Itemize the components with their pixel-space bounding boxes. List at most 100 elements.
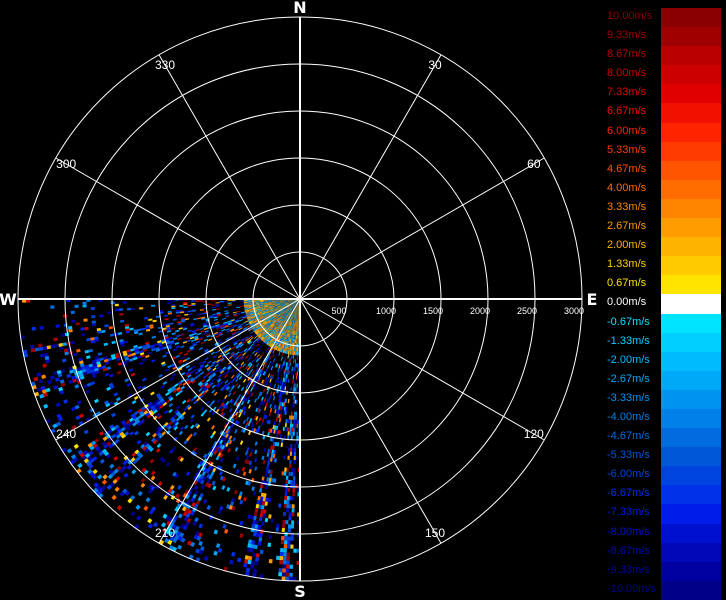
velocity-cell: [279, 552, 284, 557]
legend-label: -4.67m/s: [607, 430, 650, 443]
azimuth-label: 30: [428, 58, 442, 72]
velocity-cell: [235, 397, 239, 403]
legend-label: 2.00m/s: [607, 239, 647, 252]
azimuth-spoke: [299, 298, 442, 544]
velocity-cell: [60, 333, 66, 337]
legend-swatch: [661, 198, 721, 219]
velocity-cell: [289, 427, 292, 432]
velocity-cell: [177, 544, 183, 550]
legend-swatch: [661, 447, 721, 467]
velocity-cell: [145, 497, 151, 503]
azimuth-spoke: [299, 54, 442, 300]
velocity-cell: [282, 426, 285, 432]
velocity-cell: [265, 368, 268, 373]
velocity-cell: [200, 484, 205, 490]
velocity-cell: [293, 359, 295, 364]
velocity-cell: [236, 306, 241, 309]
velocity-cell: [243, 563, 248, 568]
velocity-cell: [267, 373, 271, 378]
legend-swatch: [661, 580, 721, 600]
velocity-cell: [193, 485, 199, 491]
velocity-cell: [199, 327, 204, 331]
velocity-cell: [264, 349, 268, 354]
velocity-cell: [212, 485, 217, 491]
velocity-cell: [289, 451, 292, 456]
velocity-cell: [293, 395, 295, 400]
velocity-cell: [151, 335, 157, 339]
velocity-cell: [275, 417, 278, 422]
velocity-cell: [293, 399, 295, 404]
velocity-cell: [279, 560, 283, 565]
velocity-cell: [288, 576, 293, 581]
velocity-cell: [289, 447, 293, 452]
velocity-cell: [222, 524, 227, 529]
velocity-cell: [244, 450, 249, 456]
velocity-cell: [180, 345, 185, 349]
velocity-cell: [283, 503, 287, 509]
velocity-cell: [197, 361, 203, 365]
velocity-cell: [240, 400, 245, 406]
velocity-cell: [150, 391, 155, 396]
velocity-cell: [226, 381, 231, 386]
velocity-cell: [85, 355, 91, 360]
velocity-cell: [240, 386, 245, 391]
velocity-cell: [266, 464, 270, 470]
velocity-cell: [109, 333, 115, 337]
velocity-cell: [287, 378, 290, 383]
velocity-cell: [225, 400, 230, 406]
velocity-cell: [235, 378, 239, 383]
velocity-cell: [275, 523, 280, 528]
velocity-cell: [195, 340, 201, 344]
velocity-cell: [177, 513, 183, 519]
velocity-cell: [239, 491, 243, 496]
velocity-cell: [287, 447, 291, 452]
velocity-cell: [284, 491, 288, 496]
velocity-cell: [229, 326, 234, 330]
velocity-cell: [285, 353, 287, 358]
velocity-cell: [192, 368, 198, 373]
velocity-cell: [250, 359, 255, 364]
velocity-cell: [133, 395, 139, 401]
velocity-cell: [221, 328, 226, 332]
legend-entry: -8.67m/s: [605, 542, 721, 562]
velocity-cell: [209, 364, 214, 368]
velocity-cell: [147, 518, 153, 524]
velocity-cell: [232, 311, 237, 314]
velocity-cell: [254, 352, 258, 356]
velocity-cell: [289, 423, 292, 428]
velocity-cell: [206, 417, 211, 422]
velocity-cell: [145, 431, 151, 437]
velocity-cell: [268, 559, 273, 564]
velocity-cell: [249, 353, 253, 358]
velocity-cell: [293, 472, 296, 477]
velocity-cell: [287, 540, 291, 545]
velocity-cell: [219, 457, 224, 463]
velocity-cell: [207, 338, 213, 342]
velocity-cell: [177, 337, 182, 341]
velocity-cell: [91, 323, 97, 327]
legend-swatch: [661, 466, 721, 486]
velocity-cell: [249, 465, 253, 470]
velocity-cell: [36, 372, 42, 377]
legend-swatch: [661, 46, 721, 66]
velocity-cell: [130, 348, 135, 352]
velocity-cell: [224, 379, 229, 384]
legend-entry: -2.00m/s: [605, 351, 721, 371]
velocity-cell: [258, 488, 263, 493]
legend-swatch: [661, 160, 721, 180]
velocity-cell: [241, 466, 246, 472]
velocity-cell: [239, 303, 244, 305]
velocity-cell: [247, 372, 251, 377]
velocity-cell: [196, 373, 201, 378]
velocity-cell: [136, 355, 142, 359]
velocity-cell: [292, 403, 295, 408]
velocity-cell: [148, 351, 153, 355]
velocity-cell: [142, 358, 147, 362]
velocity-cell: [213, 550, 218, 556]
legend-entry: 4.00m/s: [605, 179, 721, 199]
velocity-cell: [111, 494, 117, 501]
velocity-cell: [286, 499, 290, 505]
velocity-cell: [184, 313, 189, 316]
velocity-cell: [139, 361, 144, 366]
velocity-cell: [292, 375, 294, 380]
